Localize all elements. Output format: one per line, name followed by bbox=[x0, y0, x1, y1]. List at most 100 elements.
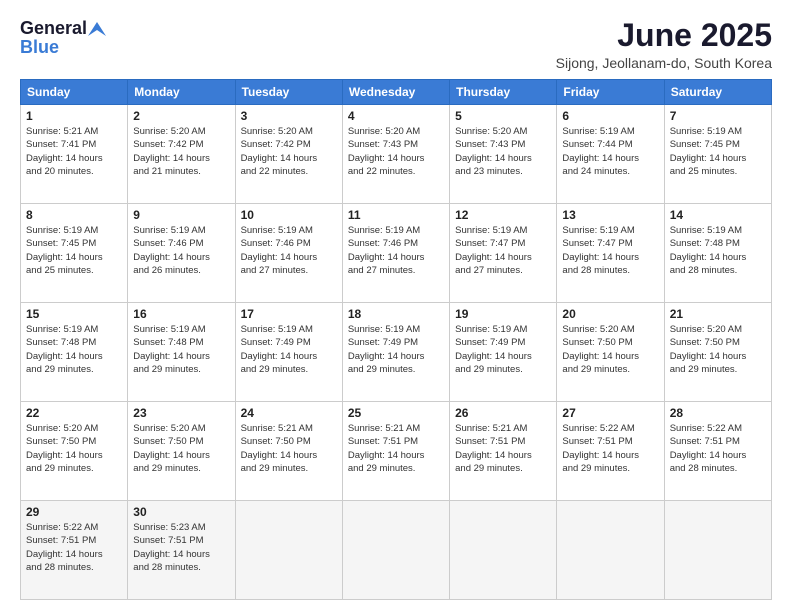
calendar-cell: 3Sunrise: 5:20 AMSunset: 7:42 PMDaylight… bbox=[235, 105, 342, 204]
calendar-week-row: 29 Sunrise: 5:22 AMSunset: 7:51 PMDayligh… bbox=[21, 501, 772, 600]
day-number: 8 bbox=[26, 208, 122, 222]
col-tuesday: Tuesday bbox=[235, 80, 342, 105]
day-number: 9 bbox=[133, 208, 229, 222]
calendar-week-row: 22 Sunrise: 5:20 AMSunset: 7:50 PMDayligh… bbox=[21, 402, 772, 501]
day-number: 10 bbox=[241, 208, 337, 222]
day-number: 14 bbox=[670, 208, 766, 222]
day-info: Sunrise: 5:19 AMSunset: 7:49 PMDaylight:… bbox=[348, 323, 444, 376]
col-thursday: Thursday bbox=[450, 80, 557, 105]
day-number: 29 bbox=[26, 505, 122, 519]
calendar-header-row: Sunday Monday Tuesday Wednesday Thursday… bbox=[21, 80, 772, 105]
calendar-cell bbox=[342, 501, 449, 600]
day-info: Sunrise: 5:22 AMSunset: 7:51 PMDaylight:… bbox=[670, 422, 766, 475]
day-info: Sunrise: 5:19 AMSunset: 7:48 PMDaylight:… bbox=[670, 224, 766, 277]
calendar-cell: 1Sunrise: 5:21 AMSunset: 7:41 PMDaylight… bbox=[21, 105, 128, 204]
day-number: 5 bbox=[455, 109, 551, 123]
calendar-table: Sunday Monday Tuesday Wednesday Thursday… bbox=[20, 79, 772, 600]
calendar-cell: 10 Sunrise: 5:19 AMSunset: 7:46 PMDayligh… bbox=[235, 204, 342, 303]
day-info: Sunrise: 5:19 AMSunset: 7:48 PMDaylight:… bbox=[133, 323, 229, 376]
day-info: Sunrise: 5:20 AMSunset: 7:43 PMDaylight:… bbox=[455, 125, 551, 178]
calendar-cell: 15Sunrise: 5:19 AMSunset: 7:48 PMDayligh… bbox=[21, 303, 128, 402]
calendar-cell: 19Sunrise: 5:19 AMSunset: 7:49 PMDayligh… bbox=[450, 303, 557, 402]
calendar-week-row: 1Sunrise: 5:21 AMSunset: 7:41 PMDaylight… bbox=[21, 105, 772, 204]
calendar-cell: 11 Sunrise: 5:19 AMSunset: 7:46 PMDayligh… bbox=[342, 204, 449, 303]
day-number: 16 bbox=[133, 307, 229, 321]
logo-blue-text: Blue bbox=[20, 37, 59, 58]
day-number: 24 bbox=[241, 406, 337, 420]
calendar-cell: 14 Sunrise: 5:19 AMSunset: 7:48 PMDayligh… bbox=[664, 204, 771, 303]
day-info: Sunrise: 5:19 AMSunset: 7:46 PMDaylight:… bbox=[133, 224, 229, 277]
day-number: 20 bbox=[562, 307, 658, 321]
logo-bird-icon bbox=[88, 22, 106, 36]
day-info: Sunrise: 5:19 AMSunset: 7:47 PMDaylight:… bbox=[562, 224, 658, 277]
day-number: 15 bbox=[26, 307, 122, 321]
day-info: Sunrise: 5:22 AMSunset: 7:51 PMDaylight:… bbox=[562, 422, 658, 475]
day-info: Sunrise: 5:22 AMSunset: 7:51 PMDaylight:… bbox=[26, 521, 122, 574]
day-info: Sunrise: 5:19 AMSunset: 7:45 PMDaylight:… bbox=[670, 125, 766, 178]
calendar-cell: 20Sunrise: 5:20 AMSunset: 7:50 PMDayligh… bbox=[557, 303, 664, 402]
calendar-cell: 30 Sunrise: 5:23 AMSunset: 7:51 PMDayligh… bbox=[128, 501, 235, 600]
title-section: June 2025 Sijong, Jeollanam-do, South Ko… bbox=[556, 18, 772, 71]
day-info: Sunrise: 5:19 AMSunset: 7:47 PMDaylight:… bbox=[455, 224, 551, 277]
day-number: 12 bbox=[455, 208, 551, 222]
day-info: Sunrise: 5:23 AMSunset: 7:51 PMDaylight:… bbox=[133, 521, 229, 574]
day-number: 17 bbox=[241, 307, 337, 321]
day-number: 25 bbox=[348, 406, 444, 420]
day-number: 27 bbox=[562, 406, 658, 420]
calendar-cell: 8 Sunrise: 5:19 AMSunset: 7:45 PMDaylight… bbox=[21, 204, 128, 303]
calendar-cell: 25 Sunrise: 5:21 AMSunset: 7:51 PMDayligh… bbox=[342, 402, 449, 501]
day-info: Sunrise: 5:20 AMSunset: 7:42 PMDaylight:… bbox=[133, 125, 229, 178]
calendar-cell: 2 Sunrise: 5:20 AMSunset: 7:42 PMDaylight… bbox=[128, 105, 235, 204]
col-monday: Monday bbox=[128, 80, 235, 105]
calendar-cell: 12 Sunrise: 5:19 AMSunset: 7:47 PMDayligh… bbox=[450, 204, 557, 303]
day-number: 3 bbox=[241, 109, 337, 123]
col-friday: Friday bbox=[557, 80, 664, 105]
day-number: 23 bbox=[133, 406, 229, 420]
day-info: Sunrise: 5:20 AMSunset: 7:43 PMDaylight:… bbox=[348, 125, 444, 178]
day-info: Sunrise: 5:19 AMSunset: 7:49 PMDaylight:… bbox=[241, 323, 337, 376]
calendar-cell: 5 Sunrise: 5:20 AMSunset: 7:43 PMDaylight… bbox=[450, 105, 557, 204]
day-info: Sunrise: 5:20 AMSunset: 7:50 PMDaylight:… bbox=[670, 323, 766, 376]
calendar-cell: 6Sunrise: 5:19 AMSunset: 7:44 PMDaylight… bbox=[557, 105, 664, 204]
day-number: 2 bbox=[133, 109, 229, 123]
day-number: 11 bbox=[348, 208, 444, 222]
calendar-cell: 13 Sunrise: 5:19 AMSunset: 7:47 PMDayligh… bbox=[557, 204, 664, 303]
header: General Blue June 2025 Sijong, Jeollanam… bbox=[20, 18, 772, 71]
day-info: Sunrise: 5:20 AMSunset: 7:50 PMDaylight:… bbox=[26, 422, 122, 475]
calendar-cell: 27 Sunrise: 5:22 AMSunset: 7:51 PMDayligh… bbox=[557, 402, 664, 501]
logo: General Blue bbox=[20, 18, 106, 58]
calendar-week-row: 8 Sunrise: 5:19 AMSunset: 7:45 PMDaylight… bbox=[21, 204, 772, 303]
calendar-cell bbox=[664, 501, 771, 600]
day-info: Sunrise: 5:19 AMSunset: 7:46 PMDaylight:… bbox=[348, 224, 444, 277]
calendar-cell: 24Sunrise: 5:21 AMSunset: 7:50 PMDayligh… bbox=[235, 402, 342, 501]
calendar-cell: 29 Sunrise: 5:22 AMSunset: 7:51 PMDayligh… bbox=[21, 501, 128, 600]
calendar-week-row: 15 Sunrise: 5:19 AMSunset: 7:48 PMDayligh… bbox=[21, 303, 772, 402]
day-number: 13 bbox=[562, 208, 658, 222]
calendar-cell: 9 Sunrise: 5:19 AMSunset: 7:46 PMDaylight… bbox=[128, 204, 235, 303]
logo-general-text: General bbox=[20, 18, 87, 39]
calendar-cell: 18Sunrise: 5:19 AMSunset: 7:49 PMDayligh… bbox=[342, 303, 449, 402]
calendar-cell: 17 Sunrise: 5:19 AMSunset: 7:49 PMDayligh… bbox=[235, 303, 342, 402]
calendar-cell bbox=[450, 501, 557, 600]
col-sunday: Sunday bbox=[21, 80, 128, 105]
col-wednesday: Wednesday bbox=[342, 80, 449, 105]
day-number: 28 bbox=[670, 406, 766, 420]
day-number: 30 bbox=[133, 505, 229, 519]
calendar-cell: 16 Sunrise: 5:19 AMSunset: 7:48 PMDayligh… bbox=[128, 303, 235, 402]
day-number: 22 bbox=[26, 406, 122, 420]
calendar-cell: 4 Sunrise: 5:20 AMSunset: 7:43 PMDaylight… bbox=[342, 105, 449, 204]
page: General Blue June 2025 Sijong, Jeollanam… bbox=[0, 0, 792, 612]
calendar-cell: 22 Sunrise: 5:20 AMSunset: 7:50 PMDayligh… bbox=[21, 402, 128, 501]
calendar-cell: 21Sunrise: 5:20 AMSunset: 7:50 PMDayligh… bbox=[664, 303, 771, 402]
day-info: Sunrise: 5:19 AMSunset: 7:45 PMDaylight:… bbox=[26, 224, 122, 277]
calendar-cell: 7Sunrise: 5:19 AMSunset: 7:45 PMDaylight… bbox=[664, 105, 771, 204]
day-number: 26 bbox=[455, 406, 551, 420]
day-info: Sunrise: 5:19 AMSunset: 7:46 PMDaylight:… bbox=[241, 224, 337, 277]
calendar-cell bbox=[235, 501, 342, 600]
day-info: Sunrise: 5:21 AMSunset: 7:51 PMDaylight:… bbox=[348, 422, 444, 475]
day-info: Sunrise: 5:21 AMSunset: 7:51 PMDaylight:… bbox=[455, 422, 551, 475]
day-number: 4 bbox=[348, 109, 444, 123]
calendar-cell: 26 Sunrise: 5:21 AMSunset: 7:51 PMDayligh… bbox=[450, 402, 557, 501]
day-number: 19 bbox=[455, 307, 551, 321]
month-title: June 2025 bbox=[556, 18, 772, 53]
